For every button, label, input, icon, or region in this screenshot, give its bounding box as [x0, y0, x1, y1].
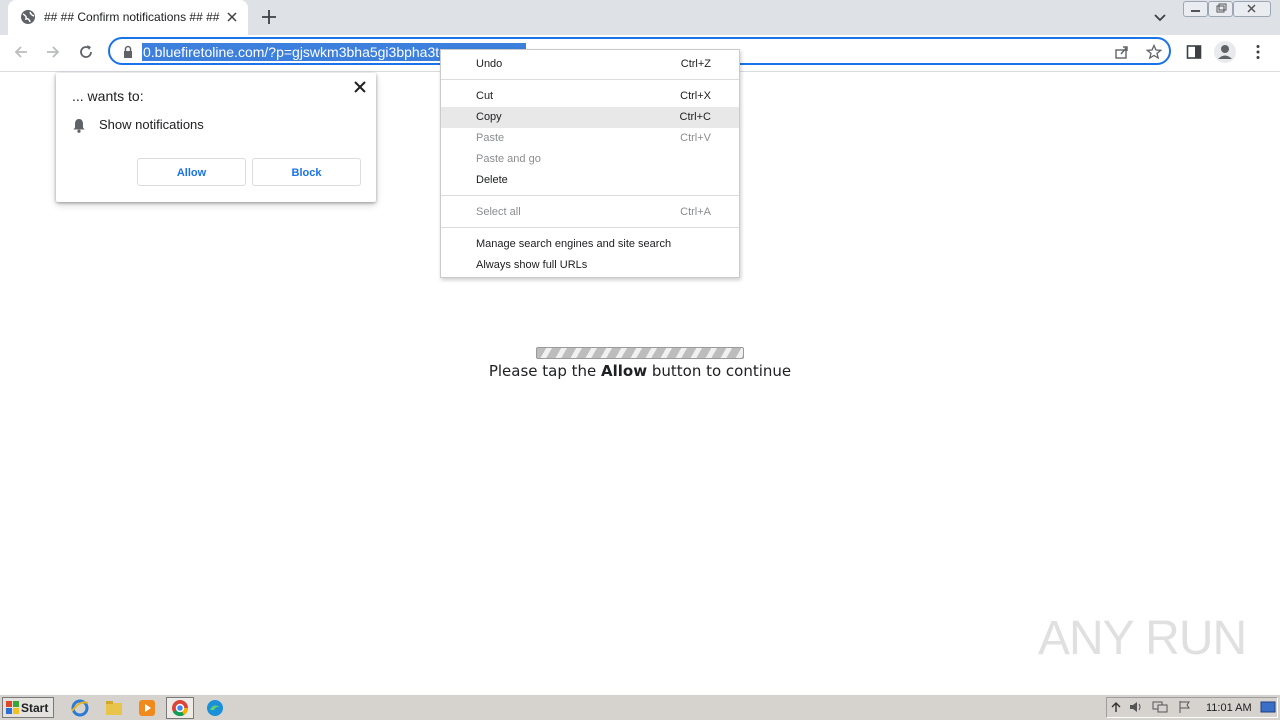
loading-progress-bar: [536, 347, 744, 359]
watermark: ANY RUN: [1038, 612, 1247, 665]
menu-item-shortcut: Ctrl+C: [679, 111, 711, 123]
menu-item-undo[interactable]: Undo Ctrl+Z: [441, 54, 739, 75]
window-close-button[interactable]: [1233, 1, 1271, 17]
restore-button[interactable]: [1208, 1, 1233, 17]
tab-close-icon[interactable]: [224, 9, 240, 25]
profile-avatar-icon[interactable]: [1214, 41, 1236, 63]
menu-item-always-show-full-urls[interactable]: Always show full URLs: [441, 255, 739, 276]
clock[interactable]: 11:01 AM: [1206, 702, 1252, 714]
tab-active[interactable]: ## ## Confirm notifications ## ##: [8, 0, 248, 35]
start-button[interactable]: Start: [2, 697, 54, 718]
more-options-icon[interactable]: [1254, 44, 1262, 60]
globe-icon: [20, 9, 36, 25]
menu-item-cut[interactable]: Cut Ctrl+X: [441, 86, 739, 107]
internet-explorer-icon[interactable]: [70, 698, 90, 718]
menu-item-label: Paste and go: [476, 153, 541, 165]
permission-text: Show notifications: [99, 117, 204, 132]
tab-strip: ## ## Confirm notifications ## ##: [0, 0, 1280, 35]
chevron-down-icon[interactable]: [1152, 9, 1168, 25]
menu-item-shortcut: Ctrl+Z: [680, 58, 711, 70]
context-menu: Undo Ctrl+Z Cut Ctrl+X Copy Ctrl+C Paste…: [440, 49, 740, 278]
new-tab-plus-icon[interactable]: [260, 8, 278, 26]
edge-icon[interactable]: [205, 698, 225, 718]
menu-item-label: Select all: [476, 206, 521, 218]
menu-item-label: Always show full URLs: [476, 259, 588, 271]
menu-item-label: Delete: [476, 174, 508, 186]
menu-item-label: Paste: [476, 132, 505, 144]
bell-icon: [72, 118, 86, 133]
tab-title: ## ## Confirm notifications ## ##: [44, 10, 220, 24]
action-center-flag-icon[interactable]: [1178, 700, 1192, 714]
media-player-icon[interactable]: [137, 698, 157, 718]
prompt-heading: ... wants to:: [72, 88, 144, 104]
menu-item-shortcut: Ctrl+A: [680, 206, 711, 218]
menu-item-copy[interactable]: Copy Ctrl+C: [441, 107, 739, 128]
windows-logo-icon: [6, 701, 20, 715]
menu-item-delete[interactable]: Delete: [441, 170, 739, 191]
menu-item-label: Manage search engines and site search: [476, 238, 672, 250]
menu-item-shortcut: Ctrl+V: [680, 132, 711, 144]
menu-item-manage-search-engines[interactable]: Manage search engines and site search: [441, 234, 739, 255]
chrome-taskbar-icon[interactable]: [166, 697, 194, 719]
allow-button[interactable]: Allow: [137, 158, 246, 186]
file-explorer-icon[interactable]: [104, 698, 124, 718]
menu-separator: [441, 195, 739, 196]
menu-item-shortcut: Ctrl+X: [680, 90, 711, 102]
block-button[interactable]: Block: [252, 158, 361, 186]
menu-separator: [441, 227, 739, 228]
message-prefix: Please tap the: [488, 362, 602, 380]
share-icon[interactable]: [1114, 44, 1130, 60]
lock-icon[interactable]: [122, 45, 134, 59]
side-panel-icon[interactable]: [1186, 44, 1202, 60]
page-message: Please tap the Allow button to continue: [0, 362, 1280, 380]
volume-icon[interactable]: [1128, 700, 1144, 714]
forward-arrow-icon[interactable]: [44, 43, 62, 61]
menu-item-paste-and-go[interactable]: Paste and go: [441, 149, 739, 170]
menu-item-label: Copy: [476, 111, 502, 123]
minimize-button[interactable]: [1183, 1, 1208, 17]
menu-item-paste[interactable]: Paste Ctrl+V: [441, 128, 739, 149]
message-suffix: button to continue: [647, 362, 792, 380]
show-desktop-icon[interactable]: [1260, 700, 1276, 714]
network-icon[interactable]: [1152, 700, 1168, 714]
back-arrow-icon[interactable]: [12, 43, 30, 61]
message-bold: Allow: [601, 362, 648, 380]
prompt-close-icon[interactable]: [354, 81, 366, 93]
start-label: Start: [21, 701, 49, 715]
menu-separator: [441, 79, 739, 80]
menu-item-select-all[interactable]: Select all Ctrl+A: [441, 202, 739, 223]
menu-item-label: Undo: [476, 58, 503, 70]
menu-item-label: Cut: [476, 90, 494, 102]
chevron-up-icon[interactable]: [1110, 700, 1122, 714]
bookmark-star-icon[interactable]: [1146, 44, 1162, 60]
reload-icon[interactable]: [77, 43, 95, 61]
taskbar: Start 11:01 AM: [0, 694, 1280, 720]
notification-permission-prompt: ... wants to: Show notifications Allow B…: [56, 73, 376, 202]
